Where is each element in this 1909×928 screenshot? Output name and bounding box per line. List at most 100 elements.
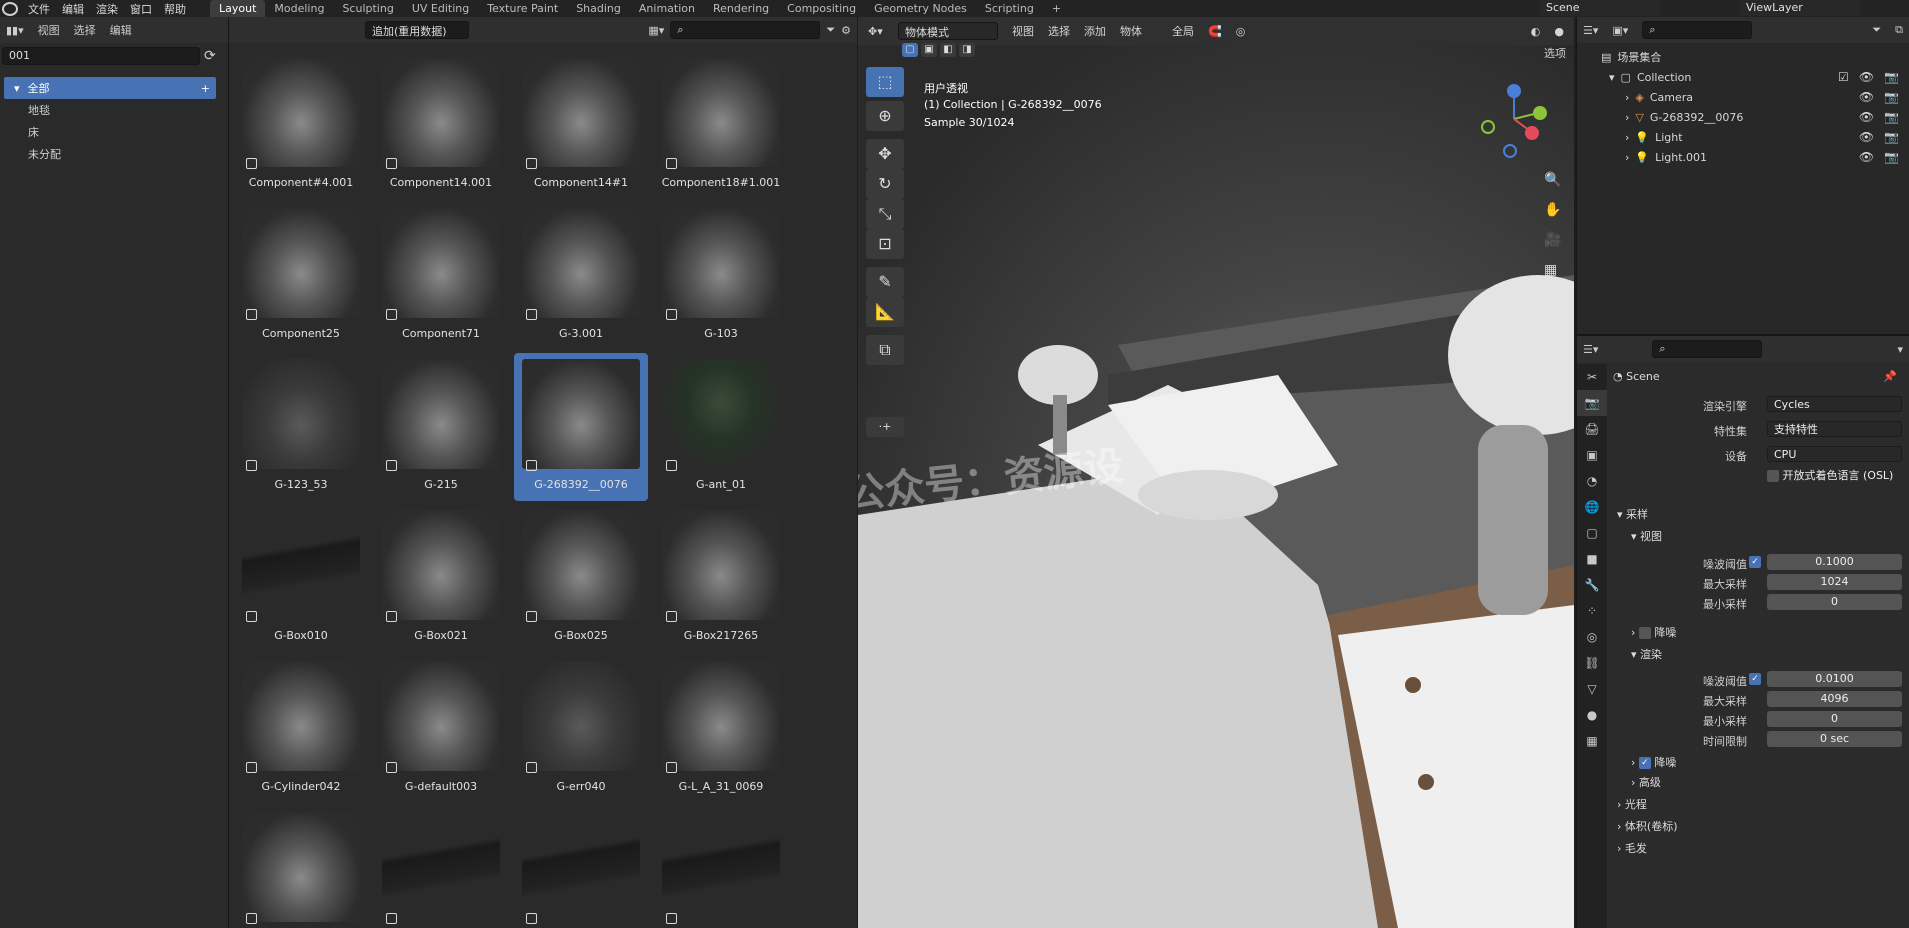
category-bed[interactable]: 床 <box>0 121 228 143</box>
render-tab-icon[interactable]: 📷 <box>1577 390 1607 416</box>
camera-icon[interactable]: 📷 <box>1884 70 1899 84</box>
tab-sculpting[interactable]: Sculpting <box>333 0 402 17</box>
asset-tile[interactable] <box>654 806 788 928</box>
tab-shading[interactable]: Shading <box>567 0 630 17</box>
add-workspace-icon[interactable]: + <box>1043 0 1070 17</box>
feature-set-dropdown[interactable]: 支持特性 <box>1767 421 1902 437</box>
cursor-tool-icon[interactable]: ⊕ <box>866 101 904 131</box>
hair-panel[interactable]: › 毛发 <box>1617 838 1907 860</box>
physics-tab-icon[interactable]: ◎ <box>1577 624 1607 650</box>
sampling-panel-header[interactable]: ▾ 采样 <box>1617 504 1907 526</box>
import-mode-dropdown[interactable]: 追加(重用数据) <box>365 21 469 39</box>
snap-icon[interactable]: 🧲 <box>1208 25 1222 38</box>
asset-tile[interactable]: G-Box010 <box>234 504 368 652</box>
camera-icon[interactable]: 📷 <box>1884 110 1899 124</box>
camera-icon[interactable]: 📷 <box>1884 150 1899 164</box>
menu-file[interactable]: 文件 <box>22 1 56 17</box>
outliner-scene-collection[interactable]: ▤ 场景集合 <box>1577 47 1909 67</box>
object-origin-tool-icon[interactable]: ·+ <box>866 417 904 437</box>
editor-type-icon[interactable]: ☰▾ <box>1583 343 1598 356</box>
asset-tile[interactable]: G-3.001 <box>514 202 648 350</box>
select-box-tool-icon[interactable]: ⬚ <box>866 67 904 97</box>
orientation-dropdown[interactable]: 全局 <box>1172 23 1194 39</box>
asset-tile[interactable]: G-default003 <box>374 655 508 803</box>
asset-tile[interactable]: Component18#1.001 <box>654 51 788 199</box>
add-cube-tool-icon[interactable]: ⧉ <box>866 335 904 365</box>
select-extend-icon[interactable]: ▣ <box>921 43 937 57</box>
render-min-samples-field[interactable]: 0 <box>1767 711 1902 727</box>
noise-threshold-field[interactable]: 0.1000 <box>1767 554 1902 570</box>
eye-icon[interactable]: 👁 <box>1859 110 1874 124</box>
sampling-render-header[interactable]: ▾ 渲染 <box>1631 644 1909 666</box>
asset-tile[interactable]: G-215 <box>374 353 508 501</box>
tool-tab-icon[interactable]: ✂ <box>1577 364 1607 390</box>
eye-icon[interactable]: 👁 <box>1859 70 1874 84</box>
texture-tab-icon[interactable]: ▦ <box>1577 728 1607 754</box>
tab-compositing[interactable]: Compositing <box>778 0 865 17</box>
asset-tile[interactable]: G-Box217265 <box>654 504 788 652</box>
tab-modeling[interactable]: Modeling <box>265 0 333 17</box>
search-input[interactable]: ⌕ <box>670 21 821 39</box>
category-all[interactable]: ▾ 全部 + <box>4 77 216 99</box>
transform-tool-icon[interactable]: ⊡ <box>866 229 904 259</box>
outliner-item-camera[interactable]: › ◈ Camera 👁 📷 <box>1577 87 1909 107</box>
object-mode-dropdown[interactable]: 物体模式 <box>898 22 998 40</box>
display-mode-icon[interactable]: ▣▾ <box>1612 24 1628 37</box>
asset-tile[interactable]: Component71 <box>374 202 508 350</box>
asset-tile[interactable]: G-ant_01 <box>654 353 788 501</box>
settings-gear-icon[interactable]: ⚙ <box>841 24 851 37</box>
menu-window[interactable]: 窗口 <box>124 1 158 17</box>
tab-layout[interactable]: Layout <box>210 0 266 17</box>
chevron-right-icon[interactable]: › <box>1625 91 1629 104</box>
menu-render[interactable]: 渲染 <box>90 1 124 17</box>
view-layer-tab-icon[interactable]: ▣ <box>1577 442 1607 468</box>
tab-geometry-nodes[interactable]: Geometry Nodes <box>865 0 976 17</box>
light-paths-panel[interactable]: › 光程 <box>1617 794 1907 816</box>
constraints-tab-icon[interactable]: ⛓ <box>1577 650 1607 676</box>
tab-animation[interactable]: Animation <box>630 0 704 17</box>
scene-tab-icon[interactable]: ◔ <box>1577 468 1607 494</box>
asset-tile[interactable]: G-L_A_31_0069 <box>654 655 788 803</box>
outliner-item-light[interactable]: › 💡 Light 👁 📷 <box>1577 127 1909 147</box>
select-new-icon[interactable]: ▢ <box>902 43 918 57</box>
eye-icon[interactable]: 👁 <box>1859 90 1874 104</box>
camera-icon[interactable]: 📷 <box>1884 90 1899 104</box>
sampling-viewport-header[interactable]: ▾ 视图 <box>1631 526 1909 548</box>
render-max-samples-field[interactable]: 4096 <box>1767 691 1902 707</box>
menu-object[interactable]: 物体 <box>1120 23 1142 39</box>
chevron-right-icon[interactable]: › <box>1625 131 1629 144</box>
tab-texture-paint[interactable]: Texture Paint <box>478 0 567 17</box>
checkbox-icon[interactable]: ☑ <box>1838 70 1849 84</box>
outliner-collection[interactable]: ▾ ▢ Collection ☑ 👁 📷 <box>1577 67 1909 87</box>
navigation-gizmo[interactable] <box>1480 79 1550 159</box>
outliner-item-light-001[interactable]: › 💡 Light.001 👁 📷 <box>1577 147 1909 167</box>
measure-tool-icon[interactable]: 📐 <box>866 297 904 327</box>
eye-icon[interactable]: 👁 <box>1859 150 1874 164</box>
object-tab-icon[interactable]: ■ <box>1577 546 1607 572</box>
outliner-search-input[interactable]: ⌕ <box>1642 21 1753 39</box>
modifier-tab-icon[interactable]: 🔧 <box>1577 572 1607 598</box>
zoom-icon[interactable]: 🔍 <box>1544 165 1561 195</box>
blender-logo-icon[interactable] <box>2 1 18 16</box>
chevron-right-icon[interactable]: › <box>1625 111 1629 124</box>
asset-tile[interactable]: Component14#1 <box>514 51 648 199</box>
options-dropdown[interactable]: 选项 <box>1544 45 1566 61</box>
chevron-down-icon[interactable]: ▾ <box>14 82 20 95</box>
scene-selector[interactable]: Scene <box>1540 0 1660 16</box>
category-rug[interactable]: 地毯 <box>0 99 228 121</box>
menu-edit[interactable]: 编辑 <box>56 1 90 17</box>
render-noise-threshold-checkbox[interactable]: ✓ <box>1749 673 1761 685</box>
add-category-icon[interactable]: + <box>201 82 210 95</box>
eye-icon[interactable]: 👁 <box>1859 130 1874 144</box>
noise-threshold-checkbox[interactable]: ✓ <box>1749 556 1761 568</box>
annotate-tool-icon[interactable]: ✎ <box>866 267 904 297</box>
collection-tab-icon[interactable]: ▢ <box>1577 520 1607 546</box>
overlay-icon[interactable]: ◐ <box>1531 25 1541 38</box>
menu-help[interactable]: 帮助 <box>158 1 192 17</box>
world-tab-icon[interactable]: 🌐 <box>1577 494 1607 520</box>
asset-tile[interactable]: G-268392__0076 <box>514 353 648 501</box>
render-engine-dropdown[interactable]: Cycles <box>1767 396 1902 412</box>
asset-tile[interactable]: G-Box021 <box>374 504 508 652</box>
display-mode-icon[interactable]: ▦▾ <box>648 24 664 37</box>
chevron-right-icon[interactable]: › <box>1625 151 1629 164</box>
